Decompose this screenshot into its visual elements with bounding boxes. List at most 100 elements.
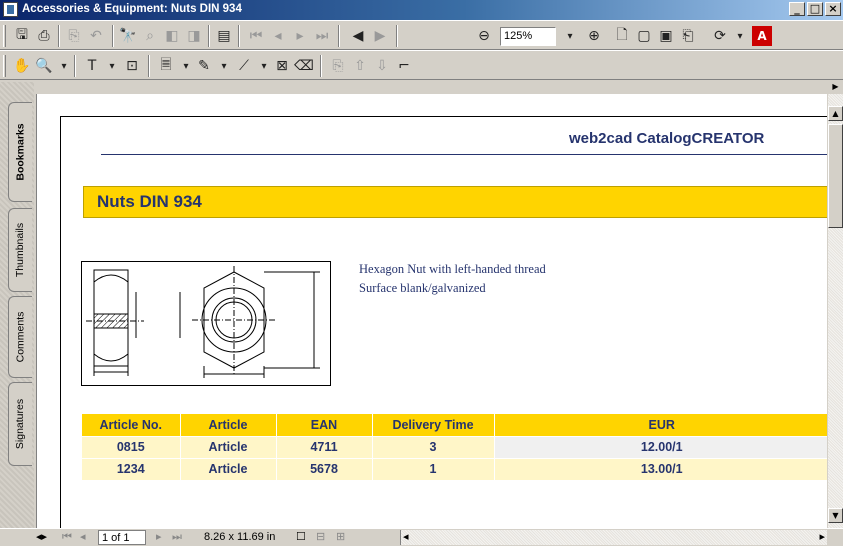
tab-comments-label: Comments	[14, 311, 27, 363]
product-description: Hexagon Nut with left-handed thread Surf…	[359, 260, 546, 298]
status-bar: ◂▸ ⏮ ◂ 1 of 1 ▸ ⏭ 8.26 x 11.69 in ☐ ⊟ ⊞ …	[0, 528, 843, 545]
description-line-1: Hexagon Nut with left-handed thread	[359, 262, 546, 276]
text-select-icon[interactable]: T	[82, 56, 102, 76]
prev-view-icon[interactable]: ◧	[162, 26, 182, 46]
next-page-icon[interactable]: ▸	[290, 26, 310, 46]
minimize-button[interactable]: _	[789, 2, 805, 16]
pencil-icon[interactable]: ✎	[194, 56, 214, 76]
tab-thumbnails-label: Thumbnails	[14, 222, 27, 278]
page-size-label: 8.26 x 11.69 in	[204, 531, 276, 543]
rotate-icon[interactable]: ⟳	[710, 26, 730, 46]
zoom-tool-dropdown-icon[interactable]: ▾	[54, 56, 74, 76]
main-toolbar: 🖫 ⎙ ⎘ ↶ 🔭 ⌕ ◧ ◨ ▤ ⏮ ◂ ▸ ⏭ ◀ ▶ ⊖ 125% ▾ ⊕…	[0, 20, 843, 50]
cell-article: Article	[180, 457, 277, 480]
table-row: 1234 Article 5678 1 13.00/1	[82, 457, 827, 480]
zoom-tool-icon[interactable]: 🔍	[34, 56, 54, 76]
adobe-icon[interactable]: A	[752, 26, 772, 46]
page-nav-toggle-icon[interactable]: ◂▸	[36, 530, 47, 545]
scroll-left-icon[interactable]: ◂	[403, 530, 409, 545]
tab-comments[interactable]: Comments	[8, 296, 32, 378]
title-bar: Accessories & Equipment: Nuts DIN 934 _ …	[0, 0, 843, 20]
cell-article: Article	[180, 435, 277, 458]
undo-icon[interactable]: ↶	[86, 26, 106, 46]
app-icon[interactable]	[3, 2, 18, 17]
scroll-down-icon[interactable]: ▼	[828, 508, 843, 523]
tab-thumbnails[interactable]: Thumbnails	[8, 208, 32, 292]
scroll-right-icon[interactable]: ▸	[819, 530, 825, 545]
tab-bookmarks-label: Bookmarks	[14, 123, 27, 181]
go-forward-icon[interactable]: ▶	[370, 26, 390, 46]
close-button[interactable]: ×	[825, 2, 841, 16]
toolbar-grip-2[interactable]	[3, 55, 6, 77]
cell-ean: 4711	[276, 435, 373, 458]
zoom-level-input[interactable]: 125%	[500, 27, 556, 46]
note-icon[interactable]: 🗏	[156, 56, 176, 76]
reflow-icon[interactable]: ⎗	[678, 26, 698, 46]
vertical-scrollbar[interactable]: ▲ ▼	[828, 94, 843, 528]
copy-icon[interactable]: ⎘	[64, 26, 84, 46]
page-indicator[interactable]: 1 of 1	[98, 530, 146, 545]
actual-size-icon[interactable]: 🗋	[612, 26, 632, 46]
hand-tool-icon[interactable]: ✋	[12, 56, 32, 76]
eraser-icon[interactable]: ⌫	[294, 56, 314, 76]
crop-icon[interactable]: ⌐	[394, 56, 414, 76]
text-select-dropdown-icon[interactable]: ▾	[102, 56, 122, 76]
tab-signatures-label: Signatures	[14, 398, 27, 450]
prev-page-status-icon[interactable]: ◂	[80, 530, 86, 545]
maximize-button[interactable]: □	[807, 2, 823, 16]
zoom-out-icon[interactable]: ⊖	[474, 26, 494, 46]
tab-signatures[interactable]: Signatures	[8, 382, 32, 466]
last-page-icon[interactable]: ⏭	[312, 26, 332, 46]
zoom-dropdown-icon[interactable]: ▾	[560, 26, 580, 46]
window-title: Accessories & Equipment: Nuts DIN 934	[22, 3, 242, 15]
tab-bookmarks[interactable]: Bookmarks	[8, 102, 32, 202]
scroll-up-icon[interactable]: ▲	[828, 106, 843, 121]
print-icon[interactable]: ⎙	[34, 26, 54, 46]
acrobat-window: Accessories & Equipment: Nuts DIN 934 _ …	[0, 0, 843, 545]
last-page-status-icon[interactable]: ⏭	[172, 530, 182, 545]
fit-page-icon[interactable]: ▢	[634, 26, 654, 46]
column-header-article: Article	[180, 414, 277, 436]
show-nav-arrow-icon[interactable]: ▶	[828, 82, 843, 94]
column-header-eur: EUR	[494, 414, 827, 436]
go-back-icon[interactable]: ◀	[348, 26, 368, 46]
pencil-dropdown-icon[interactable]: ▾	[214, 56, 234, 76]
column-header-ean: EAN	[276, 414, 373, 436]
fit-window-icon[interactable]: ▤	[214, 26, 234, 46]
snapshot-icon[interactable]: ⊡	[122, 56, 142, 76]
toolbar-grip[interactable]	[3, 25, 6, 47]
continuous-icon[interactable]: ⊟	[316, 530, 325, 545]
tools-toolbar: ✋ 🔍 ▾ T ▾ ⊡ 🗏 ▾ ✎ ▾ ⟋ ▾ ⊠ ⌫ ⎘ ⇧ ⇩ ⌐	[0, 50, 843, 80]
first-page-icon[interactable]: ⏮	[246, 26, 266, 46]
line-dropdown-icon[interactable]: ▾	[254, 56, 274, 76]
find-icon[interactable]: 🔭	[118, 26, 138, 46]
scroll-thumb[interactable]	[828, 124, 843, 228]
line-icon[interactable]: ⟋	[234, 56, 254, 76]
technical-drawing	[81, 261, 331, 386]
note-dropdown-icon[interactable]: ▾	[176, 56, 196, 76]
first-page-status-icon[interactable]: ⏮	[62, 530, 72, 545]
search-icon[interactable]: ⌕	[140, 26, 160, 46]
article-table: Article No. Article EAN Delivery Time EU…	[82, 414, 827, 480]
prev-page-icon[interactable]: ◂	[268, 26, 288, 46]
save-icon[interactable]: 🖫	[12, 26, 32, 46]
single-page-icon[interactable]: ☐	[296, 530, 306, 545]
section-heading-bar: Nuts DIN 934	[83, 186, 827, 218]
cell-eur: 12.00/1	[494, 435, 827, 458]
cell-article-no: 0815	[82, 435, 181, 458]
attach-icon[interactable]: ⎘	[328, 56, 348, 76]
stamp-icon[interactable]: ⊠	[272, 56, 292, 76]
down-icon[interactable]: ⇩	[372, 56, 392, 76]
next-page-status-icon[interactable]: ▸	[156, 530, 162, 545]
document-viewport[interactable]: web2cad CatalogCREATOR Nuts DIN 934 Hexa…	[36, 94, 827, 528]
column-header-delivery-time: Delivery Time	[372, 414, 495, 436]
facing-icon[interactable]: ⊞	[336, 530, 345, 545]
fit-width-icon[interactable]: ▣	[656, 26, 676, 46]
next-view-icon[interactable]: ◨	[184, 26, 204, 46]
navigation-pane: Bookmarks Thumbnails Comments Signatures	[0, 82, 34, 528]
rotate-dropdown-icon[interactable]: ▾	[730, 26, 750, 46]
up-icon[interactable]: ⇧	[350, 56, 370, 76]
horizontal-scrollbar[interactable]: ◂ ▸	[400, 530, 827, 545]
zoom-in-icon[interactable]: ⊕	[584, 26, 604, 46]
cell-ean: 5678	[276, 457, 373, 480]
